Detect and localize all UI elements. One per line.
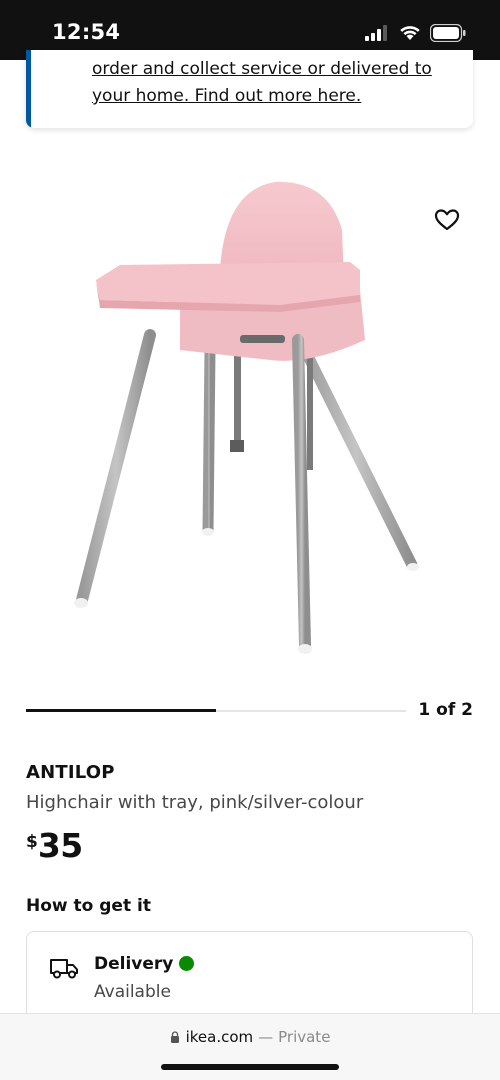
home-indicator[interactable]: [161, 1064, 339, 1070]
wifi-icon: [400, 26, 420, 40]
how-to-get-it-heading: How to get it: [26, 896, 151, 916]
price-currency: $: [26, 832, 38, 852]
heart-outline-icon[interactable]: [434, 207, 460, 233]
battery-icon: [430, 24, 466, 42]
carousel-progress-fill: [26, 709, 216, 712]
lock-icon: [170, 1031, 179, 1043]
product-price: $ 35: [26, 826, 83, 865]
info-banner-accent: [26, 50, 31, 128]
carousel-counter: 1 of 2: [418, 700, 473, 720]
truck-icon: [50, 959, 78, 979]
availability-status-dot: [179, 956, 194, 971]
carousel-progress-track[interactable]: [26, 709, 406, 712]
product-image-highchair[interactable]: [60, 170, 440, 670]
info-banner: order and collect service or delivered t…: [26, 50, 473, 128]
url-separator: —: [258, 1028, 274, 1046]
delivery-status: Available: [94, 982, 171, 1002]
signal-icon: [365, 25, 387, 41]
url-row[interactable]: ikea.com — Private: [0, 1028, 500, 1046]
status-time: 12:54: [52, 20, 121, 44]
product-description: Highchair with tray, pink/silver-colour: [26, 792, 364, 813]
product-name: ANTILOP: [26, 762, 115, 783]
find-out-more-link[interactable]: order and collect service or delivered t…: [92, 56, 452, 110]
price-amount: 35: [37, 826, 83, 865]
private-mode-label: Private: [278, 1028, 331, 1046]
url-domain: ikea.com: [185, 1028, 254, 1046]
delivery-title: Delivery: [94, 954, 174, 974]
browser-address-bar[interactable]: ikea.com — Private: [0, 1013, 500, 1080]
